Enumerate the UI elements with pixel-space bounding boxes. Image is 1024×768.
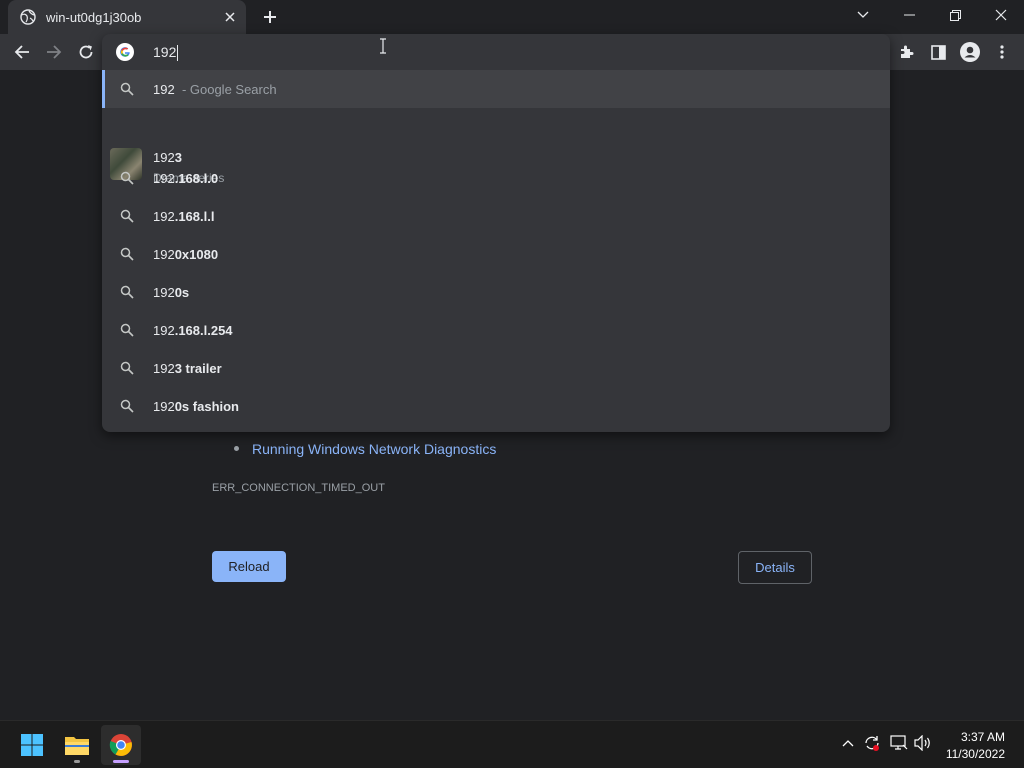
taskbar: 3:37 AM 11/30/2022 <box>0 720 1024 768</box>
reload-icon[interactable] <box>72 38 100 66</box>
side-panel-icon[interactable] <box>924 38 952 66</box>
windows-icon <box>21 734 43 756</box>
new-tab-button[interactable] <box>258 5 282 29</box>
suggestion-text: 1920s fashion <box>153 398 239 414</box>
text-cursor-icon <box>380 38 386 54</box>
clock-time[interactable]: 3:37 AM <box>961 730 1005 744</box>
close-window-button[interactable] <box>978 0 1024 30</box>
suggestion-item[interactable]: 1920s fashion <box>102 387 890 425</box>
search-icon <box>120 209 134 223</box>
restore-button[interactable] <box>932 0 978 30</box>
suggestion-item[interactable]: 1920x1080 <box>102 235 890 273</box>
search-icon <box>120 82 134 96</box>
close-tab-icon[interactable] <box>220 7 240 27</box>
chrome-taskbar-button[interactable] <box>101 725 141 765</box>
file-explorer-button[interactable] <box>57 725 97 765</box>
tab-title: win-ut0dg1j30ob <box>46 9 142 25</box>
extensions-icon[interactable] <box>892 38 920 66</box>
google-icon <box>116 43 134 61</box>
clock-date[interactable]: 11/30/2022 <box>946 747 1005 761</box>
suggestion-text: 192.168.l.l <box>153 208 215 224</box>
running-indicator <box>74 760 80 763</box>
suggestion-text: 192.168.l.0 <box>153 170 219 186</box>
search-icon <box>120 323 134 337</box>
tab-search-icon[interactable] <box>840 0 886 30</box>
network-diagnostics-link[interactable]: Running Windows Network Diagnostics <box>252 441 496 457</box>
active-indicator <box>113 760 129 763</box>
search-icon <box>120 171 134 185</box>
suggestion-item[interactable]: 192.168.l.0 <box>102 159 890 197</box>
title-bar: win-ut0dg1j30ob <box>0 0 1024 34</box>
suggestion-text: 192 - Google Search <box>153 81 277 97</box>
list-bullet <box>234 446 239 451</box>
profile-icon[interactable] <box>956 38 984 66</box>
sync-update-icon[interactable] <box>862 733 882 753</box>
start-button[interactable] <box>12 725 52 765</box>
forward-button[interactable] <box>40 38 68 66</box>
browser-tab[interactable]: win-ut0dg1j30ob <box>8 0 246 34</box>
omnibox-dropdown: 192 192 - Google Search 1923 Drama serie… <box>102 34 890 432</box>
omnibox-input[interactable]: 192 <box>153 42 179 62</box>
show-hidden-icons-chevron-icon[interactable] <box>838 733 858 753</box>
suggestion-text: 1923 trailer <box>153 360 222 376</box>
search-icon <box>120 399 134 413</box>
suggestion-item[interactable]: 192.168.l.l <box>102 197 890 235</box>
suggestion-text: 1920s <box>153 284 190 300</box>
omnibox[interactable]: 192 <box>102 34 890 70</box>
reload-button[interactable]: Reload <box>212 551 286 582</box>
search-icon <box>120 285 134 299</box>
details-button[interactable]: Details <box>738 551 812 584</box>
suggestion-item[interactable]: 1920s <box>102 273 890 311</box>
suggestion-item[interactable]: 1923 trailer <box>102 349 890 387</box>
globe-icon <box>20 9 36 25</box>
suggestion-text: 192.168.l.254 <box>153 322 233 338</box>
network-icon[interactable] <box>889 733 909 753</box>
search-icon <box>120 247 134 261</box>
suggestion-item[interactable]: 192.168.l.254 <box>102 311 890 349</box>
chrome-icon <box>109 734 132 756</box>
minimize-button[interactable] <box>886 0 932 30</box>
folder-icon <box>65 737 89 755</box>
error-code: ERR_CONNECTION_TIMED_OUT <box>212 482 385 494</box>
menu-icon[interactable] <box>988 38 1016 66</box>
suggestion-google-search[interactable]: 192 - Google Search <box>102 70 890 108</box>
search-icon <box>120 361 134 375</box>
volume-icon[interactable] <box>913 733 933 753</box>
back-button[interactable] <box>8 38 36 66</box>
suggestion-text: 1920x1080 <box>153 246 219 262</box>
